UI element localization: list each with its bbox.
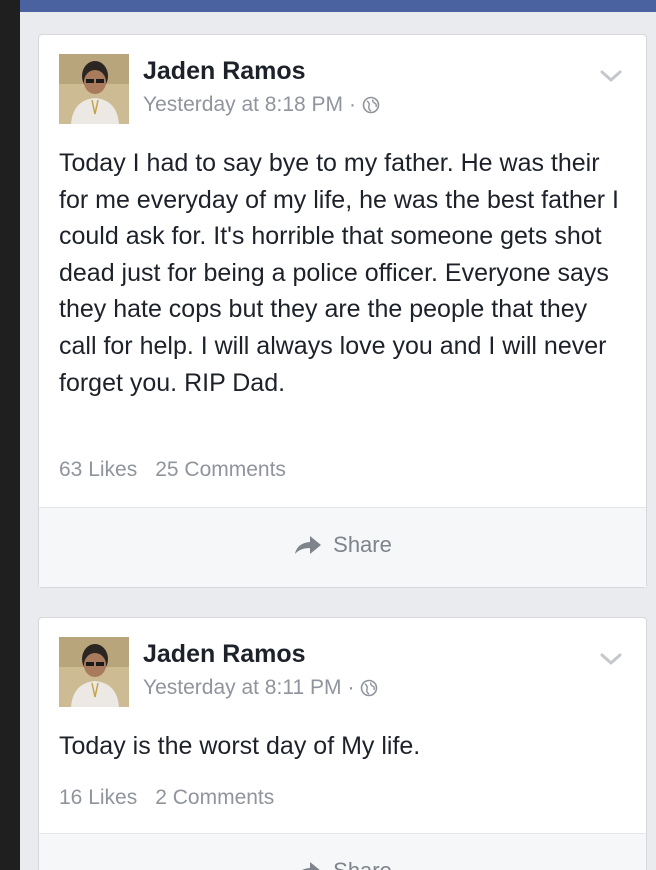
comments-count[interactable]: 2 Comments [155, 786, 274, 809]
avatar[interactable] [59, 54, 129, 124]
post-card: Jaden Ramos Yesterday at 8:18 PM · Today… [38, 34, 647, 588]
post-timestamp[interactable]: Yesterday at 8:11 PM [143, 676, 341, 700]
chevron-down-icon[interactable] [600, 652, 622, 666]
profile-photo [59, 637, 129, 707]
likes-count[interactable]: 63 Likes [59, 458, 137, 481]
meta-separator: · [347, 676, 355, 699]
share-button[interactable]: Share [39, 532, 646, 558]
post-actions: Share [39, 833, 646, 870]
post-text: Today is the worst day of My life. [59, 732, 421, 760]
share-label: Share [333, 858, 392, 870]
meta-separator: · [349, 93, 357, 116]
likes-count[interactable]: 16 Likes [59, 786, 137, 809]
post-stats: 63 Likes 25 Comments [59, 458, 286, 482]
post-text: Today I had to say bye to my father. He … [59, 149, 619, 397]
share-arrow-icon [302, 862, 320, 870]
post-actions: Share [39, 507, 646, 587]
comments-count[interactable]: 25 Comments [155, 458, 286, 481]
post-timestamp[interactable]: Yesterday at 8:18 PM [143, 93, 343, 117]
author-name[interactable]: Jaden Ramos [143, 640, 306, 669]
profile-photo [59, 54, 129, 124]
avatar[interactable] [59, 637, 129, 707]
news-feed-screen: Jaden Ramos Yesterday at 8:18 PM · Today… [0, 0, 656, 870]
top-navigation-bar [20, 0, 656, 12]
chevron-down-icon[interactable] [600, 69, 622, 83]
post-stats: 16 Likes 2 Comments [59, 786, 274, 810]
globe-icon[interactable] [362, 96, 380, 114]
post-meta: Yesterday at 8:18 PM · [143, 93, 380, 117]
author-name[interactable]: Jaden Ramos [143, 57, 306, 86]
share-arrow-icon [295, 536, 322, 554]
share-button[interactable]: Share [39, 858, 646, 870]
screen-left-edge [0, 0, 20, 870]
post-meta: Yesterday at 8:11 PM · [143, 676, 378, 700]
post-card: Jaden Ramos Yesterday at 8:11 PM · Today… [38, 617, 647, 870]
globe-icon[interactable] [360, 679, 378, 697]
share-label: Share [333, 532, 392, 557]
